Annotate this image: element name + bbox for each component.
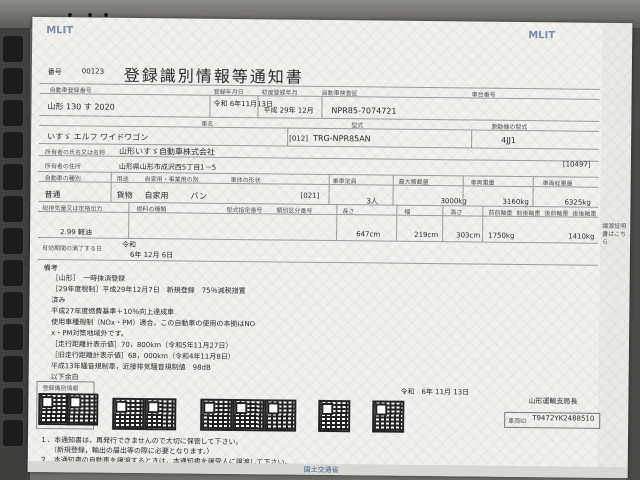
owner-code: [10497] <box>562 160 591 169</box>
qr-code <box>144 398 177 431</box>
remark-line: ［29年度税制］平成29年12月7日 新規登録 75％減税措置 <box>51 285 246 296</box>
qr-code <box>200 398 233 431</box>
ministry-name: 国土交通省 <box>303 465 339 475</box>
qr-label: 登録識別情報 <box>42 384 79 393</box>
mlit-logo-right: MLIT <box>528 30 556 42</box>
qr-code <box>112 397 145 431</box>
remark-line: x・PM対策地域外です。 <box>51 329 128 338</box>
body-code: [021] <box>300 191 320 200</box>
remark-line: ［走行距離計表示値］70，800km（令和5年11月27日） <box>50 340 233 350</box>
side-margin <box>597 22 633 479</box>
remark-line: 済み <box>51 296 66 305</box>
keyboard-edge <box>0 28 30 480</box>
vehicle-id-label: 車両ID <box>508 417 527 426</box>
width: 219cm <box>414 230 439 240</box>
license-plate: 山形 130 す 2020 <box>47 102 115 112</box>
first-registration: 平成 29年 12月 <box>263 106 314 115</box>
qr-code <box>264 399 297 432</box>
length: 647cm <box>356 230 381 239</box>
camera-dot <box>88 13 92 17</box>
remarks-label: 備考 <box>43 264 58 273</box>
number-label: 番号 <box>47 68 62 77</box>
expiry-era: 令和 <box>121 240 137 249</box>
side-note: 譲渡証明書はこちら <box>602 222 627 246</box>
registration-document: MLIT MLIT 番号 00123 登録識別情報等通知書 自動車登録番号 登録… <box>27 16 633 479</box>
vehicle-id: T9472YK2488510 <box>532 414 595 423</box>
expiry-date: 6年 12月 6日 <box>129 250 174 260</box>
issuing-office: 山形運輸支局長 <box>528 397 578 406</box>
displacement: 2.99 軽油 <box>60 228 92 237</box>
rear-axle: 1410kg <box>568 232 595 241</box>
model-code: [012] <box>289 134 309 143</box>
owner-address-label: 所有者の住所 <box>44 163 81 171</box>
remark-line: 平成27年度燃費基準＋10％向上達成車 <box>51 307 175 317</box>
vehicle-weight: 3160kg <box>502 197 529 207</box>
remark-line: 平成13年騒音規制車，近接排気騒音規制値 98dB <box>50 362 211 372</box>
frame-number: NPR85-7074721 <box>331 106 397 116</box>
engine-model: 4JJ1 <box>501 135 517 145</box>
document-number: 00123 <box>81 67 105 76</box>
remark-line: ［旧走行距離計表示値］68，000km（令和4年11月8日） <box>50 351 235 362</box>
remark-line: ［山形］ 一時抹消登録 <box>51 274 126 283</box>
gross-weight: 6325kg <box>564 198 591 207</box>
model: TRG-NPR85AN <box>313 133 371 144</box>
height: 303cm <box>456 231 481 240</box>
car-name: いすゞ エルフ ワイドワゴン <box>47 132 149 143</box>
qr-code <box>232 398 265 432</box>
camera-dot <box>104 13 108 17</box>
mlit-logo: MLIT <box>46 25 74 37</box>
purpose: 自家用 <box>144 191 169 201</box>
remark-line: 使用車種規制（NOx・PM）適合。この自動車の使用の本拠はNO <box>51 318 256 329</box>
body: バン <box>190 191 207 201</box>
vehicle-type: 普通 <box>44 190 61 200</box>
qr-code <box>66 393 99 426</box>
use: 貨物 <box>116 190 133 200</box>
front-axle: 1750kg <box>488 231 515 240</box>
issue-date: 令和 6年 11月 13日 <box>400 387 470 397</box>
qr-code <box>372 400 405 433</box>
qr-code <box>318 399 351 433</box>
expiry-label: 有効期間の満了する日 <box>41 244 103 253</box>
